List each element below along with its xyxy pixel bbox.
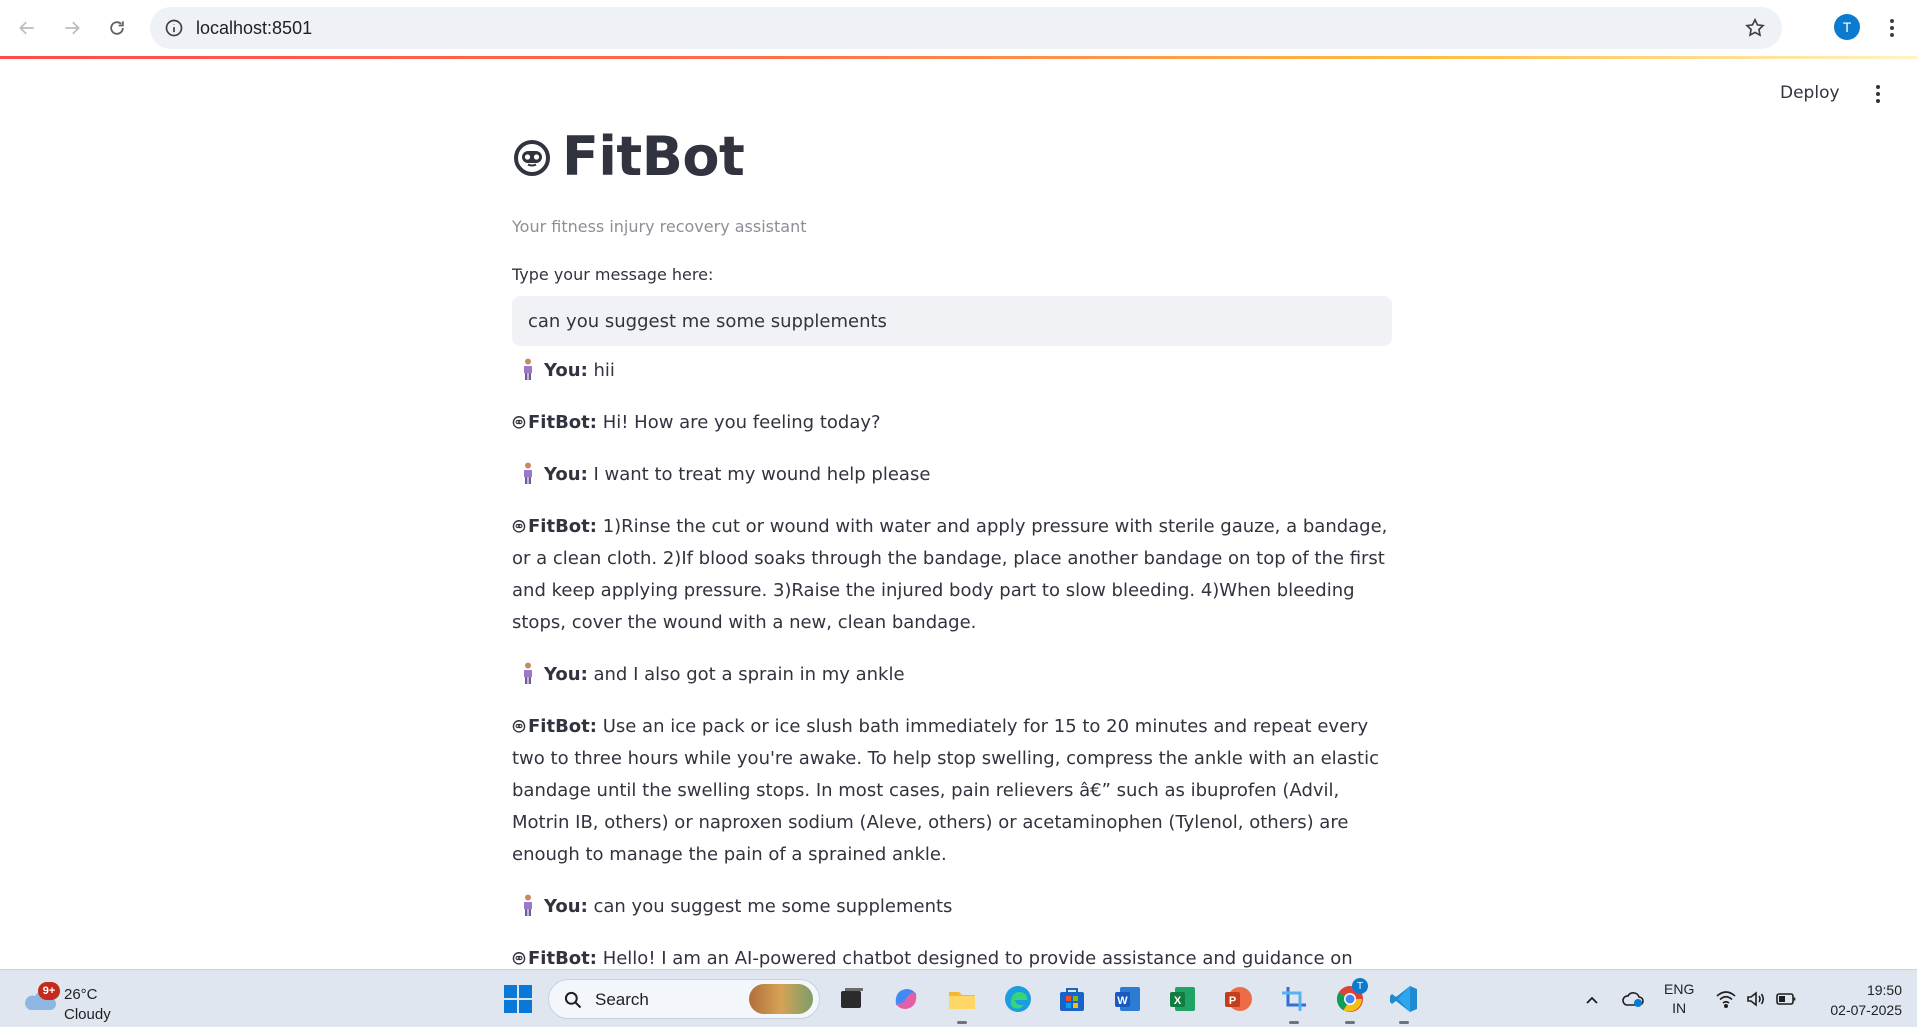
user-message: You: I want to treat my wound help pleas…: [512, 459, 1392, 491]
message-sender: You:: [544, 464, 588, 485]
page-title: FitBot: [512, 125, 745, 188]
clock-date: 02-07-2025: [1830, 1002, 1902, 1018]
message-sender: You:: [544, 360, 588, 381]
message-text: Use an ice pack or ice slush bath immedi…: [512, 716, 1380, 865]
app-title: FitBot: [562, 125, 745, 188]
person-icon: [524, 662, 532, 684]
svg-text:X: X: [1174, 995, 1182, 1007]
app-subtitle: Your fitness injury recovery assistant: [512, 217, 807, 236]
message-sender: You:: [544, 664, 588, 685]
weather-widget[interactable]: 9+ 26°C Cloudy: [20, 978, 130, 1023]
region-code: IN: [1672, 1000, 1687, 1016]
volume-icon[interactable]: [1746, 990, 1766, 1008]
bookmark-star-icon[interactable]: [1744, 17, 1766, 39]
ms-store-icon[interactable]: [1056, 983, 1088, 1015]
user-message: You: can you suggest me some supplements: [512, 891, 1392, 923]
deploy-button[interactable]: Deploy: [1780, 83, 1840, 103]
address-bar[interactable]: localhost:8501: [150, 7, 1782, 49]
browser-toolbar: localhost:8501 T: [0, 0, 1917, 56]
weather-condition: Cloudy: [64, 1006, 111, 1023]
svg-text:W: W: [1117, 995, 1128, 1007]
profile-avatar[interactable]: T: [1834, 14, 1860, 40]
bot-message: FitBot: 1)Rinse the cut or wound with wa…: [512, 511, 1392, 639]
message-sender: FitBot:: [528, 516, 597, 537]
reload-button[interactable]: [102, 13, 132, 43]
search-highlight-image: [749, 984, 813, 1014]
vscode-icon[interactable]: [1388, 983, 1420, 1015]
message-text: 1)Rinse the cut or wound with water and …: [512, 516, 1388, 633]
robot-icon: [512, 416, 526, 429]
wifi-icon[interactable]: [1716, 990, 1736, 1008]
message-input[interactable]: [512, 296, 1392, 346]
message-text: I want to treat my wound help please: [587, 464, 931, 485]
vscode-running-indicator: [1399, 1021, 1409, 1024]
powerpoint-icon[interactable]: P: [1222, 983, 1254, 1015]
app-viewport: Deploy FitBot Your fitness injury recove…: [0, 59, 1917, 969]
robot-icon: [514, 139, 550, 176]
edge-icon[interactable]: [1002, 983, 1034, 1015]
chevron-up-icon[interactable]: [1584, 992, 1600, 1008]
windows-start-icon[interactable]: [502, 983, 534, 1015]
message-text: can you suggest me some supplements: [587, 896, 953, 917]
snipping-running-indicator: [1289, 1021, 1299, 1024]
arrow-left-icon: [19, 21, 34, 35]
user-message: You: and I also got a sprain in my ankle: [512, 659, 1392, 691]
message-sender: FitBot:: [528, 716, 597, 737]
taskbar-search[interactable]: Search: [548, 979, 820, 1019]
bot-message: FitBot: Use an ice pack or ice slush bat…: [512, 711, 1392, 871]
taskbar: 9+ 26°C Cloudy Search W X P T ENG IN 19:…: [0, 969, 1917, 1027]
chrome-profile-badge: T: [1352, 978, 1368, 994]
chat-history: You: hii FitBot: Hi! How are you feeling …: [512, 355, 1392, 969]
language-indicator[interactable]: ENG IN: [1664, 980, 1694, 1018]
chrome-running-indicator: [1345, 1021, 1355, 1024]
svg-text:P: P: [1229, 995, 1236, 1007]
person-icon: [524, 894, 532, 916]
language-code: ENG: [1664, 981, 1695, 997]
search-icon: [564, 991, 582, 1009]
clock-time: 19:50: [1866, 982, 1902, 998]
task-view-icon[interactable]: [836, 983, 868, 1015]
battery-icon[interactable]: [1776, 991, 1796, 1007]
bot-message: FitBot: Hi! How are you feeling today?: [512, 407, 1392, 439]
message-text: hii: [587, 360, 615, 381]
copilot-icon[interactable]: [890, 983, 922, 1015]
robot-icon: [512, 720, 526, 733]
site-info-icon[interactable]: [164, 18, 184, 38]
browser-menu-button[interactable]: [1882, 14, 1902, 42]
person-icon: [524, 358, 532, 380]
message-text: Hello! I am an AI-powered chatbot design…: [602, 948, 1353, 969]
file-explorer-icon[interactable]: [946, 983, 978, 1015]
message-text: and I also got a sprain in my ankle: [587, 664, 905, 685]
bot-message: FitBot: Hello! I am an AI-powered chatbo…: [512, 943, 1392, 969]
system-clock[interactable]: 19:50 02-07-2025: [1812, 980, 1902, 1020]
arrow-right-icon: [65, 21, 80, 35]
robot-icon: [512, 520, 526, 533]
message-sender: FitBot:: [528, 948, 597, 969]
excel-icon[interactable]: X: [1167, 983, 1199, 1015]
explorer-running-indicator: [957, 1021, 967, 1024]
message-input-label: Type your message here:: [512, 265, 714, 284]
word-icon[interactable]: W: [1112, 983, 1144, 1015]
onedrive-icon[interactable]: [1622, 990, 1644, 1008]
message-sender: FitBot:: [528, 412, 597, 433]
reload-icon: [110, 21, 124, 35]
weather-temperature: 26°C: [64, 986, 98, 1003]
message-text: Hi! How are you feeling today?: [596, 412, 881, 433]
message-sender: You:: [544, 896, 588, 917]
person-icon: [524, 462, 532, 484]
snipping-tool-icon[interactable]: [1278, 983, 1310, 1015]
robot-icon: [512, 952, 526, 965]
weather-badge: 9+: [38, 982, 60, 1000]
user-message: You: hii: [512, 355, 1392, 387]
app-menu-button[interactable]: [1870, 85, 1886, 107]
search-label: Search: [595, 990, 649, 1009]
back-button[interactable]: [12, 13, 42, 43]
url-text[interactable]: localhost:8501: [196, 18, 312, 39]
forward-button[interactable]: [57, 13, 87, 43]
